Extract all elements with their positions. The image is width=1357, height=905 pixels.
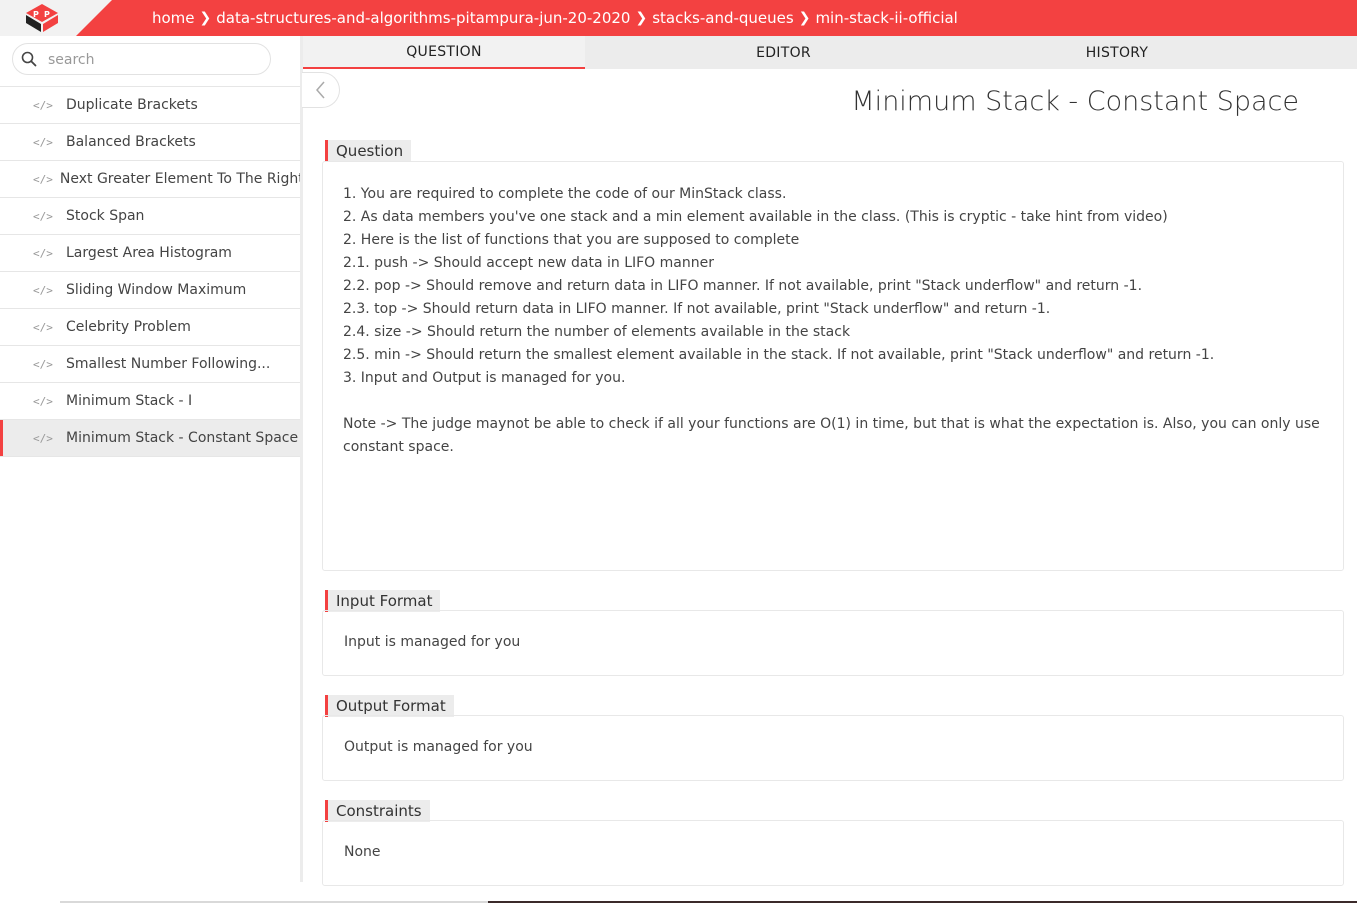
search-input[interactable]: [46, 49, 265, 71]
tab-bar: QUESTION EDITOR HISTORY: [303, 36, 1357, 69]
code-icon: </>: [33, 246, 53, 260]
question-heading: Question: [325, 140, 412, 162]
code-icon: </>: [33, 209, 53, 223]
question-line: 1. You are required to complete the code…: [343, 186, 787, 202]
input-format-box: Input is managed for you: [322, 610, 1344, 676]
output-format-heading: Output Format: [325, 695, 454, 717]
code-icon: </>: [33, 135, 53, 149]
bottom-edge: [0, 901, 1357, 905]
top-bar: P P home ❯ data-structures-and-algorithm…: [0, 0, 1357, 36]
svg-text:P: P: [33, 10, 39, 19]
chevron-right-icon: ❯: [798, 10, 811, 26]
chevron-right-icon: ❯: [199, 10, 212, 26]
bottom-divider: [488, 901, 1357, 903]
output-format-box: Output is managed for you: [322, 715, 1344, 781]
chevron-left-icon: [315, 81, 325, 99]
search-icon: [21, 51, 37, 67]
constraints-box: None: [322, 820, 1344, 886]
code-icon: </>: [33, 172, 53, 186]
sidebar-item-sliding-window-maximum[interactable]: </> Sliding Window Maximum: [0, 272, 300, 309]
search-box: [12, 43, 271, 75]
breadcrumb-home[interactable]: home: [152, 9, 195, 27]
breadcrumb: home ❯ data-structures-and-algorithms-pi…: [152, 0, 958, 36]
question-line: 3. Input and Output is managed for you.: [343, 370, 626, 386]
code-icon: </>: [33, 431, 53, 445]
sidebar-item-label: Largest Area Histogram: [66, 245, 232, 261]
tab-history[interactable]: HISTORY: [982, 36, 1252, 69]
sidebar-item-celebrity-problem[interactable]: </> Celebrity Problem: [0, 309, 300, 346]
question-line: 2.4. size -> Should return the number of…: [343, 324, 851, 340]
question-line: 2.3. top -> Should return data in LIFO m…: [343, 301, 1051, 317]
question-line: 2. Here is the list of functions that yo…: [343, 232, 800, 248]
sidebar-item-label: Minimum Stack - Constant Space: [66, 430, 299, 446]
sidebar-item-label: Balanced Brackets: [66, 134, 196, 150]
input-format-heading: Input Format: [325, 590, 441, 612]
svg-text:P: P: [44, 10, 50, 19]
code-icon: </>: [33, 357, 53, 371]
constraints-text: None: [344, 844, 381, 860]
sidebar-item-label: Next Greater Element To The Right: [59, 171, 300, 187]
page-title: Minimum Stack - Constant Space: [851, 86, 1299, 117]
code-icon: </>: [33, 320, 53, 334]
sidebar: </> Duplicate Brackets </> Balanced Bracke…: [0, 36, 303, 882]
breadcrumb-current: min-stack-ii-official: [815, 9, 958, 27]
question-note: Note -> The judge maynot be able to chec…: [343, 416, 1320, 455]
bottom-divider: [60, 901, 488, 903]
input-format-text: Input is managed for you: [344, 634, 521, 650]
breadcrumb-course[interactable]: data-structures-and-algorithms-pitampura…: [216, 9, 630, 27]
sidebar-item-balanced-brackets[interactable]: </> Balanced Brackets: [0, 124, 300, 161]
question-box: 1. You are required to complete the code…: [322, 161, 1344, 571]
sidebar-item-label: Sliding Window Maximum: [66, 282, 247, 298]
sidebar-item-smallest-number-following[interactable]: </> Smallest Number Following...: [0, 346, 300, 383]
code-icon: </>: [33, 98, 53, 112]
tab-question[interactable]: QUESTION: [303, 36, 585, 69]
sidebar-item-label: Celebrity Problem: [66, 319, 191, 335]
sidebar-item-label: Smallest Number Following...: [66, 356, 271, 372]
sidebar-item-label: Minimum Stack - I: [66, 393, 193, 409]
sidebar-item-label: Stock Span: [66, 208, 145, 224]
code-icon: </>: [33, 283, 53, 297]
sidebar-item-stock-span[interactable]: </> Stock Span: [0, 198, 300, 235]
sidebar-item-minimum-stack-constant-space[interactable]: </> Minimum Stack - Constant Space: [0, 420, 300, 457]
code-icon: </>: [33, 394, 53, 408]
sidebar-item-minimum-stack-i[interactable]: </> Minimum Stack - I: [0, 383, 300, 420]
problem-list: </> Duplicate Brackets </> Balanced Bracke…: [0, 86, 300, 457]
sidebar-item-largest-area-histogram[interactable]: </> Largest Area Histogram: [0, 235, 300, 272]
sidebar-item-duplicate-brackets[interactable]: </> Duplicate Brackets: [0, 86, 300, 124]
breadcrumb-topic[interactable]: stacks-and-queues: [652, 9, 794, 27]
question-line: 2.5. min -> Should return the smallest e…: [343, 347, 1215, 363]
question-line: 2.2. pop -> Should remove and return dat…: [343, 278, 1143, 294]
sidebar-item-next-greater-element[interactable]: </> Next Greater Element To The Right: [0, 161, 300, 198]
tab-editor[interactable]: EDITOR: [585, 36, 982, 69]
output-format-text: Output is managed for you: [344, 739, 533, 755]
collapse-sidebar-button[interactable]: [302, 72, 340, 108]
question-line: 2. As data members you've one stack and …: [343, 209, 1168, 225]
sidebar-item-label: Duplicate Brackets: [66, 97, 198, 113]
logo-icon[interactable]: P P: [24, 3, 60, 33]
chevron-right-icon: ❯: [635, 10, 648, 26]
constraints-heading: Constraints: [325, 800, 430, 822]
question-line: 2.1. push -> Should accept new data in L…: [343, 255, 714, 271]
